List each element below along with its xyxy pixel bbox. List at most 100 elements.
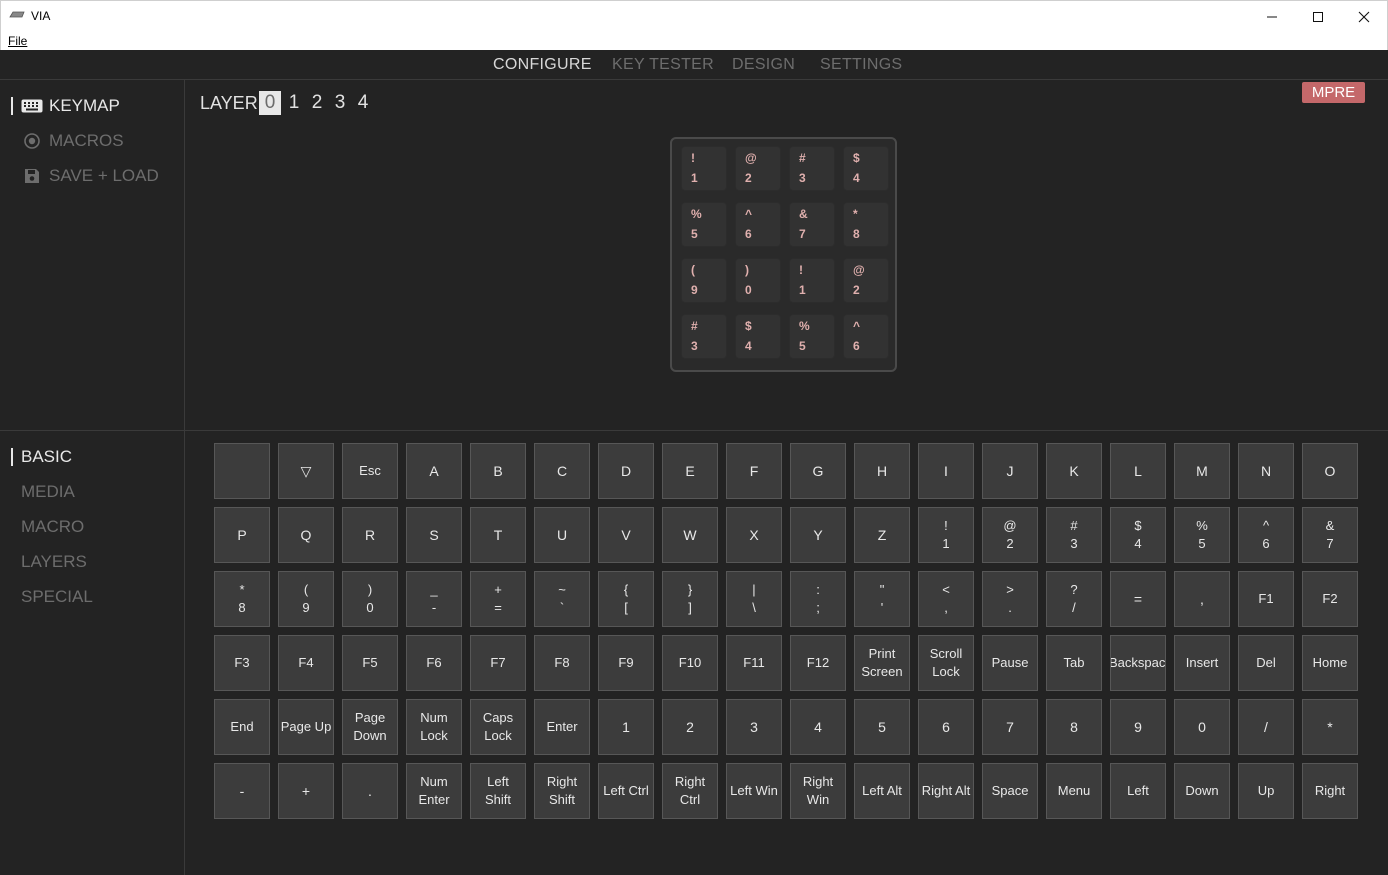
category-basic[interactable]: BASIC <box>11 447 72 467</box>
keymap-key[interactable]: * 8 <box>843 202 889 247</box>
keycode-button[interactable]: F7 <box>470 635 526 691</box>
keymap-key[interactable]: @2 <box>843 258 889 303</box>
keymap-key[interactable]: ^ 6 <box>735 202 781 247</box>
keycode-button[interactable]: < , <box>918 571 974 627</box>
keycode-button[interactable]: Num Lock <box>406 699 462 755</box>
keycode-button[interactable]: 6 <box>918 699 974 755</box>
keycode-button[interactable]: Scroll Lock <box>918 635 974 691</box>
keycode-button[interactable]: F9 <box>598 635 654 691</box>
keycode-button[interactable]: ~ ` <box>534 571 590 627</box>
keycode-button[interactable]: 7 <box>982 699 1038 755</box>
keycode-button[interactable]: F3 <box>214 635 270 691</box>
tab-settings[interactable]: SETTINGS <box>820 56 902 74</box>
keycode-button[interactable]: S <box>406 507 462 563</box>
keycode-button[interactable]: Y <box>790 507 846 563</box>
keycode-button[interactable]: F4 <box>278 635 334 691</box>
keycode-button[interactable]: % 5 <box>1174 507 1230 563</box>
keycode-button[interactable]: Right Alt <box>918 763 974 819</box>
keycode-button[interactable]: Left Ctrl <box>598 763 654 819</box>
keycode-button[interactable]: 8 <box>1046 699 1102 755</box>
keycode-button[interactable]: + = <box>470 571 526 627</box>
keycode-button[interactable]: / <box>1238 699 1294 755</box>
keycode-button[interactable]: Left Shift <box>470 763 526 819</box>
keycode-button[interactable]: Tab <box>1046 635 1102 691</box>
keycode-button[interactable]: N <box>1238 443 1294 499</box>
keycode-button[interactable]: F5 <box>342 635 398 691</box>
keycode-button[interactable]: - <box>214 763 270 819</box>
keycode-button[interactable]: K <box>1046 443 1102 499</box>
keycode-button[interactable]: F2 <box>1302 571 1358 627</box>
keycode-button[interactable]: A <box>406 443 462 499</box>
keycode-button[interactable]: Right <box>1302 763 1358 819</box>
keycode-button[interactable]: ) 0 <box>342 571 398 627</box>
keycode-button[interactable]: J <box>982 443 1038 499</box>
keycode-button[interactable]: O <box>1302 443 1358 499</box>
keycode-button[interactable]: " ' <box>854 571 910 627</box>
keycode-button[interactable]: V <box>598 507 654 563</box>
keymap-key[interactable]: #3 <box>789 146 835 191</box>
keycode-button[interactable]: Esc <box>342 443 398 499</box>
keycode-button[interactable]: F12 <box>790 635 846 691</box>
keycode-button[interactable]: Down <box>1174 763 1230 819</box>
keycode-button[interactable]: Page Up <box>278 699 334 755</box>
category-layers[interactable]: LAYERS <box>21 552 87 572</box>
keycode-button[interactable]: 9 <box>1110 699 1166 755</box>
keymap-key[interactable]: % 5 <box>789 314 835 359</box>
layer-button-1[interactable]: 1 <box>283 91 305 115</box>
keycode-button[interactable]: 4 <box>790 699 846 755</box>
layer-button-4[interactable]: 4 <box>352 91 374 115</box>
keycode-button[interactable]: ▽ <box>278 443 334 499</box>
keycode-button[interactable]: E <box>662 443 718 499</box>
keycode-button[interactable]: 0 <box>1174 699 1230 755</box>
keycode-button[interactable]: Print Screen <box>854 635 910 691</box>
keycode-button[interactable]: End <box>214 699 270 755</box>
keycode-button[interactable]: Enter <box>534 699 590 755</box>
close-button[interactable] <box>1341 1 1387 31</box>
keycode-button[interactable]: Del <box>1238 635 1294 691</box>
keycode-button[interactable]: * 8 <box>214 571 270 627</box>
sidebar-item-save-load[interactable]: SAVE + LOAD <box>21 166 159 186</box>
keycode-button[interactable]: Backspace <box>1110 635 1166 691</box>
keymap-key[interactable]: @2 <box>735 146 781 191</box>
keycode-button[interactable]: | \ <box>726 571 782 627</box>
keycode-button[interactable]: 2 <box>662 699 718 755</box>
keymap-key[interactable]: $4 <box>735 314 781 359</box>
keycode-button[interactable]: Caps Lock <box>470 699 526 755</box>
tab-key-tester[interactable]: KEY TESTER <box>612 56 714 74</box>
keymap-key[interactable]: ! 1 <box>681 146 727 191</box>
menu-file[interactable]: File <box>8 34 27 48</box>
category-macro[interactable]: MACRO <box>21 517 84 537</box>
keycode-button[interactable]: ! 1 <box>918 507 974 563</box>
keycode-button[interactable]: X <box>726 507 782 563</box>
sidebar-item-keymap[interactable]: KEYMAP <box>11 96 120 116</box>
tab-design[interactable]: DESIGN <box>732 56 795 74</box>
minimize-button[interactable] <box>1249 1 1295 31</box>
keycode-button[interactable]: _ - <box>406 571 462 627</box>
keycode-button[interactable]: & 7 <box>1302 507 1358 563</box>
keycode-button[interactable]: F10 <box>662 635 718 691</box>
keycode-button[interactable]: F6 <box>406 635 462 691</box>
keymap-key[interactable]: $4 <box>843 146 889 191</box>
keycode-button[interactable]: F8 <box>534 635 590 691</box>
keycode-button[interactable]: Num Enter <box>406 763 462 819</box>
keymap-key[interactable]: (9 <box>681 258 727 303</box>
keycode-button[interactable]: = <box>1110 571 1166 627</box>
keycode-button[interactable]: Z <box>854 507 910 563</box>
keycode-button[interactable]: ? / <box>1046 571 1102 627</box>
keycode-button[interactable]: Page Down <box>342 699 398 755</box>
tab-configure[interactable]: CONFIGURE <box>493 56 592 74</box>
keycode-button[interactable]: , <box>1174 571 1230 627</box>
keycode-button[interactable]: W <box>662 507 718 563</box>
keymap-key[interactable]: ^ 6 <box>843 314 889 359</box>
keycode-button[interactable]: : ; <box>790 571 846 627</box>
maximize-button[interactable] <box>1295 1 1341 31</box>
keycode-button[interactable]: ^ 6 <box>1238 507 1294 563</box>
keycode-button[interactable]: Left Win <box>726 763 782 819</box>
keycode-button[interactable]: @ 2 <box>982 507 1038 563</box>
keycode-button[interactable]: L <box>1110 443 1166 499</box>
keycode-button[interactable]: ( 9 <box>278 571 334 627</box>
keycode-button[interactable]: P <box>214 507 270 563</box>
keycode-button[interactable]: Menu <box>1046 763 1102 819</box>
keycode-button[interactable]: F11 <box>726 635 782 691</box>
keycode-button[interactable]: B <box>470 443 526 499</box>
